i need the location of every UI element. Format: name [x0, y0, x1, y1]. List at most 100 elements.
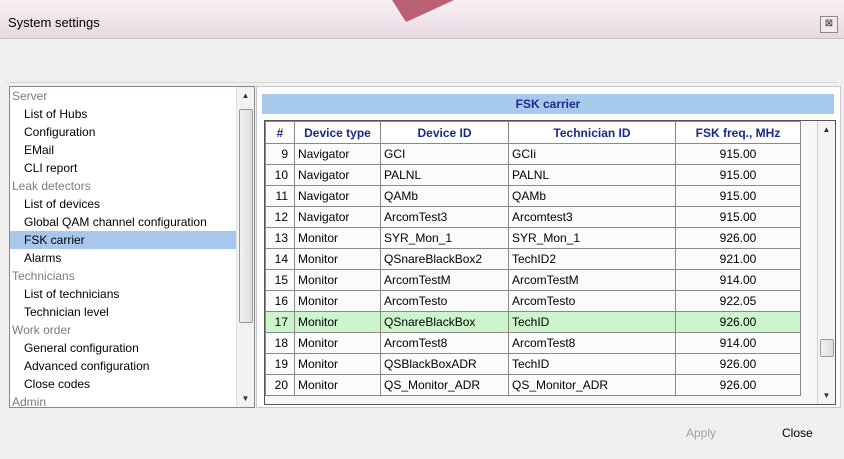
table-cell[interactable]: 915.00: [675, 185, 801, 207]
tree-item[interactable]: Close codes: [10, 375, 236, 393]
table-cell[interactable]: Navigator: [294, 185, 381, 207]
column-header[interactable]: Device type: [294, 121, 381, 144]
tree-item[interactable]: List of technicians: [10, 285, 236, 303]
table-cell[interactable]: QSnareBlackBox: [380, 311, 509, 333]
table-row[interactable]: 9 Navigator GCI GCIi 915.00: [265, 143, 801, 165]
table-cell[interactable]: 12: [265, 206, 295, 228]
scroll-down-arrow-icon[interactable]: ▼: [237, 390, 254, 407]
table-cell[interactable]: 922.05: [675, 290, 801, 312]
column-header[interactable]: #: [265, 121, 295, 144]
table-cell[interactable]: ArcomTesto: [508, 290, 676, 312]
table-cell[interactable]: Monitor: [294, 311, 381, 333]
table-cell[interactable]: QSnareBlackBox2: [380, 248, 509, 270]
table-cell[interactable]: GCI: [380, 143, 509, 165]
table-cell[interactable]: 14: [265, 248, 295, 270]
table-cell[interactable]: ArcomTest8: [380, 332, 509, 354]
grid-scroll-thumb[interactable]: [820, 339, 834, 357]
table-row[interactable]: 11 Navigator QAMb QAMb 915.00: [265, 185, 801, 207]
table-cell[interactable]: Monitor: [294, 290, 381, 312]
table-cell[interactable]: ArcomTestM: [380, 269, 509, 291]
table-cell[interactable]: 9: [265, 143, 295, 165]
tree-item[interactable]: Alarms: [10, 249, 236, 267]
table-cell[interactable]: Monitor: [294, 374, 381, 396]
table-cell[interactable]: Monitor: [294, 227, 381, 249]
table-cell[interactable]: TechID: [508, 311, 676, 333]
table-cell[interactable]: SYR_Mon_1: [508, 227, 676, 249]
table-cell[interactable]: QAMb: [508, 185, 676, 207]
tree-item[interactable]: Configuration: [10, 123, 236, 141]
table-cell[interactable]: 926.00: [675, 374, 801, 396]
table-row[interactable]: 19 Monitor QSBlackBoxADR TechID 926.00: [265, 353, 801, 375]
table-row[interactable]: 17 Monitor QSnareBlackBox TechID 926.00: [265, 311, 801, 333]
tree-scrollbar[interactable]: ▲ ▼: [236, 87, 254, 407]
table-cell[interactable]: Monitor: [294, 248, 381, 270]
table-cell[interactable]: 19: [265, 353, 295, 375]
table-cell[interactable]: ArcomTestM: [508, 269, 676, 291]
table-cell[interactable]: ArcomTest3: [380, 206, 509, 228]
table-cell[interactable]: 16: [265, 290, 295, 312]
table-cell[interactable]: QSBlackBoxADR: [380, 353, 509, 375]
table-cell[interactable]: QAMb: [380, 185, 509, 207]
tree-item[interactable]: List of Hubs: [10, 105, 236, 123]
table-cell[interactable]: Navigator: [294, 143, 381, 165]
tree-item[interactable]: CLI report: [10, 159, 236, 177]
table-cell[interactable]: Navigator: [294, 206, 381, 228]
table-cell[interactable]: TechID: [508, 353, 676, 375]
table-cell[interactable]: 10: [265, 164, 295, 186]
table-cell[interactable]: PALNL: [508, 164, 676, 186]
table-cell[interactable]: 17: [265, 311, 295, 333]
column-header[interactable]: Device ID: [380, 121, 509, 144]
table-row[interactable]: 20 Monitor QS_Monitor_ADR QS_Monitor_ADR 926…: [265, 374, 801, 396]
scroll-up-arrow-icon[interactable]: ▲: [818, 121, 835, 138]
tree-item[interactable]: List of devices: [10, 195, 236, 213]
tree-item[interactable]: General configuration: [10, 339, 236, 357]
scroll-down-arrow-icon[interactable]: ▼: [818, 387, 835, 404]
table-row[interactable]: 13 Monitor SYR_Mon_1 SYR_Mon_1 926.00: [265, 227, 801, 249]
table-cell[interactable]: GCIi: [508, 143, 676, 165]
table-cell[interactable]: QS_Monitor_ADR: [380, 374, 509, 396]
apply-button[interactable]: Apply: [686, 426, 716, 440]
table-cell[interactable]: 13: [265, 227, 295, 249]
table-cell[interactable]: 926.00: [675, 311, 801, 333]
table-cell[interactable]: 914.00: [675, 269, 801, 291]
close-window-button[interactable]: ⊠: [820, 16, 838, 33]
table-cell[interactable]: Monitor: [294, 332, 381, 354]
table-row[interactable]: 12 Navigator ArcomTest3 Arcomtest3 915.00: [265, 206, 801, 228]
tree-item[interactable]: Technician level: [10, 303, 236, 321]
table-cell[interactable]: 20: [265, 374, 295, 396]
grid-scrollbar[interactable]: ▲ ▼: [817, 121, 835, 404]
table-cell[interactable]: 915.00: [675, 143, 801, 165]
table-cell[interactable]: Navigator: [294, 164, 381, 186]
table-cell[interactable]: 926.00: [675, 227, 801, 249]
table-cell[interactable]: 11: [265, 185, 295, 207]
table-cell[interactable]: 915.00: [675, 164, 801, 186]
table-cell[interactable]: 915.00: [675, 206, 801, 228]
table-cell[interactable]: TechID2: [508, 248, 676, 270]
tree-item[interactable]: EMail: [10, 141, 236, 159]
table-row[interactable]: 15 Monitor ArcomTestM ArcomTestM 914.00: [265, 269, 801, 291]
table-cell[interactable]: Monitor: [294, 269, 381, 291]
tree-scroll-thumb[interactable]: [239, 109, 253, 323]
table-cell[interactable]: 921.00: [675, 248, 801, 270]
table-row[interactable]: 10 Navigator PALNL PALNL 915.00: [265, 164, 801, 186]
scroll-up-arrow-icon[interactable]: ▲: [237, 87, 254, 104]
table-cell[interactable]: QS_Monitor_ADR: [508, 374, 676, 396]
table-cell[interactable]: Arcomtest3: [508, 206, 676, 228]
table-cell[interactable]: 914.00: [675, 332, 801, 354]
table-row[interactable]: 16 Monitor ArcomTesto ArcomTesto 922.05: [265, 290, 801, 312]
table-row[interactable]: 14 Monitor QSnareBlackBox2 TechID2 921.00: [265, 248, 801, 270]
table-cell[interactable]: PALNL: [380, 164, 509, 186]
table-cell[interactable]: 15: [265, 269, 295, 291]
column-header[interactable]: Technician ID: [508, 121, 676, 144]
tree-item[interactable]: FSK carrier: [10, 231, 236, 249]
close-button[interactable]: Close: [782, 426, 813, 440]
table-cell[interactable]: ArcomTesto: [380, 290, 509, 312]
table-cell[interactable]: Monitor: [294, 353, 381, 375]
table-cell[interactable]: ArcomTest8: [508, 332, 676, 354]
table-cell[interactable]: 18: [265, 332, 295, 354]
table-cell[interactable]: 926.00: [675, 353, 801, 375]
table-cell[interactable]: SYR_Mon_1: [380, 227, 509, 249]
table-row[interactable]: 18 Monitor ArcomTest8 ArcomTest8 914.00: [265, 332, 801, 354]
tree-item[interactable]: Advanced configuration: [10, 357, 236, 375]
tree-item[interactable]: Global QAM channel configuration: [10, 213, 236, 231]
